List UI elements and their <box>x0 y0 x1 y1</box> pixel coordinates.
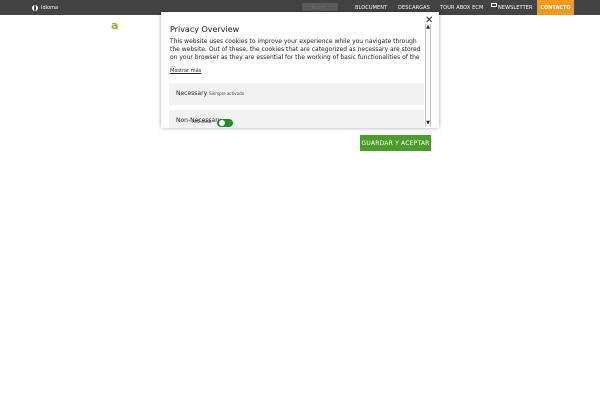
language-selector[interactable]: Idioma <box>32 0 58 15</box>
nav-newsletter-label: NEWSLETTER <box>498 4 533 11</box>
nav-tour[interactable]: TOUR ABOX ECM <box>440 0 483 15</box>
site-logo[interactable]: a <box>111 19 118 32</box>
modal-description: This website uses cookies to improve you… <box>170 38 421 69</box>
modal-scrollbar[interactable]: ▲ ▼ <box>425 24 431 127</box>
toggle-knob <box>219 120 225 126</box>
contact-button[interactable]: CONTACTO <box>537 0 574 15</box>
save-accept-button[interactable]: GUARDAR Y ACEPTAR <box>360 135 431 151</box>
section-necessary[interactable]: Necessary Siempre activado <box>169 83 424 105</box>
non-necessary-toggle[interactable] <box>217 119 233 127</box>
section-non-necessary[interactable]: Non-Necessary Activado <box>169 110 424 128</box>
search-input[interactable] <box>302 3 338 11</box>
modal-title: Privacy Overview <box>170 25 240 34</box>
globe-icon <box>32 4 38 11</box>
scroll-down-icon[interactable]: ▼ <box>426 120 430 126</box>
show-more-link[interactable]: Mostrar más <box>170 68 201 74</box>
section-necessary-status: Siempre activado <box>209 91 245 96</box>
section-necessary-title: Necessary <box>176 90 208 97</box>
privacy-modal: ✕ Privacy Overview This website uses coo… <box>161 12 439 128</box>
scroll-up-icon[interactable]: ▲ <box>426 24 430 30</box>
nav-newsletter[interactable]: NEWSLETTER <box>491 0 533 15</box>
toggle-label: Activado <box>192 120 212 125</box>
language-label: Idioma <box>41 4 59 11</box>
mail-icon <box>491 3 497 7</box>
